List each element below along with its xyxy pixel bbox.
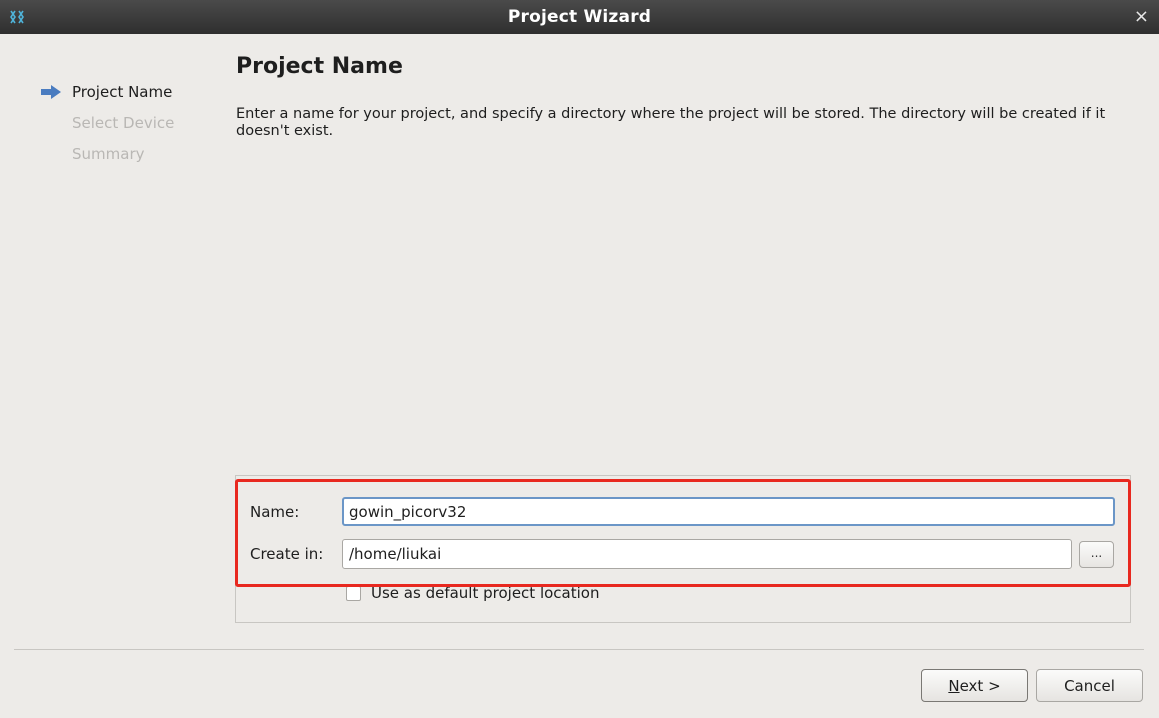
next-button[interactable]: Next > bbox=[921, 669, 1028, 702]
title-bar: Project Wizard × bbox=[0, 0, 1159, 34]
step-label: Project Name bbox=[72, 82, 173, 101]
footer-divider bbox=[14, 649, 1144, 650]
close-icon[interactable]: × bbox=[1134, 6, 1149, 27]
page-description: Enter a name for your project, and speci… bbox=[236, 106, 1106, 139]
next-label: ext > bbox=[959, 676, 1001, 695]
red-highlight-box bbox=[235, 479, 1131, 587]
step-select-device: Select Device bbox=[40, 107, 174, 138]
next-mnemonic: N bbox=[948, 676, 960, 695]
gowin-logo-icon bbox=[10, 10, 24, 24]
step-summary: Summary bbox=[40, 138, 174, 169]
step-label: Select Device bbox=[72, 113, 175, 132]
cancel-button[interactable]: Cancel bbox=[1036, 669, 1143, 702]
step-project-name: Project Name bbox=[40, 76, 174, 107]
page-title: Project Name bbox=[236, 54, 403, 79]
window-title: Project Wizard bbox=[507, 7, 652, 27]
arrow-right-icon bbox=[41, 84, 61, 99]
wizard-steps: Project Name Select Device Summary bbox=[40, 76, 174, 169]
default-location-checkbox[interactable] bbox=[346, 585, 361, 601]
step-label: Summary bbox=[72, 144, 145, 163]
